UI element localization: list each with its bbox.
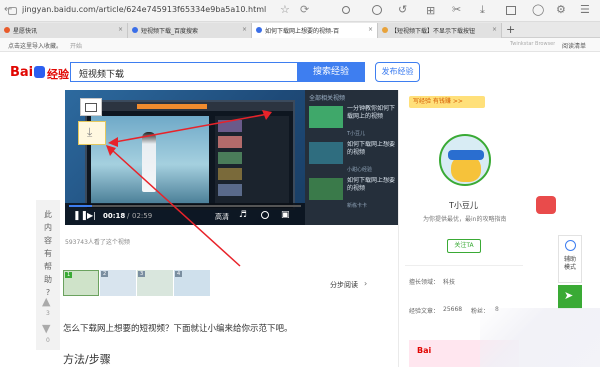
step-thumb-index: 4 bbox=[175, 271, 183, 277]
step-read-arrow-icon[interactable]: › bbox=[364, 279, 367, 288]
section-title: 方法/步骤 bbox=[63, 353, 111, 366]
divider bbox=[405, 265, 523, 266]
author-desc: 为你提供最优，最in的攻略指南 bbox=[423, 216, 507, 223]
earn-banner-label: 写经验 有钱赚 >> bbox=[413, 98, 463, 105]
step-thumb-index: 1 bbox=[65, 272, 73, 278]
assist-tool[interactable]: 辅助模式 bbox=[558, 235, 582, 283]
share-tool[interactable]: ➤ bbox=[558, 285, 582, 309]
step-thumb-3[interactable]: 3 bbox=[137, 270, 173, 296]
author-name[interactable]: T小豆儿 bbox=[449, 200, 478, 211]
arrow-line-bottom bbox=[111, 149, 241, 267]
avatar[interactable] bbox=[439, 134, 491, 186]
corner-overlay bbox=[480, 308, 600, 367]
arrow-line-top bbox=[114, 113, 269, 143]
field-label: 擅长领域： bbox=[409, 279, 440, 286]
views-count: 593743人看了这个视频 bbox=[65, 239, 130, 246]
step-read-link[interactable]: 分步阅读 bbox=[330, 280, 358, 290]
arrow-head-bottom bbox=[106, 145, 116, 156]
intro-text: 怎么下载网上想要的短视频？下面就让小编来给你示范下吧。 bbox=[63, 324, 293, 334]
step-thumbnails: 1 2 3 4 bbox=[63, 270, 213, 296]
step-thumb-2[interactable]: 2 bbox=[100, 270, 136, 296]
gift-badge[interactable] bbox=[536, 196, 556, 214]
step-thumb-index: 2 bbox=[101, 271, 109, 277]
count-value: 25668 bbox=[443, 306, 463, 313]
step-thumb-index: 3 bbox=[138, 271, 146, 277]
avatar-goggles bbox=[448, 150, 484, 160]
field-value: 科技 bbox=[443, 279, 456, 286]
assist-icon bbox=[565, 240, 576, 251]
assist-label: 辅助模式 bbox=[564, 256, 577, 271]
follow-button-label: 关注TA bbox=[454, 242, 474, 249]
follow-button[interactable]: 关注TA bbox=[447, 239, 481, 253]
arrow-head-top bbox=[108, 137, 118, 147]
ad-banner-logo: Bai bbox=[417, 346, 432, 355]
step-thumb-1[interactable]: 1 bbox=[63, 270, 99, 296]
share-icon: ➤ bbox=[564, 289, 574, 302]
count-label: 经验文章： bbox=[409, 308, 440, 315]
earn-banner[interactable]: 写经验 有钱赚 >> bbox=[409, 96, 485, 108]
step-thumb-4[interactable]: 4 bbox=[174, 270, 210, 296]
